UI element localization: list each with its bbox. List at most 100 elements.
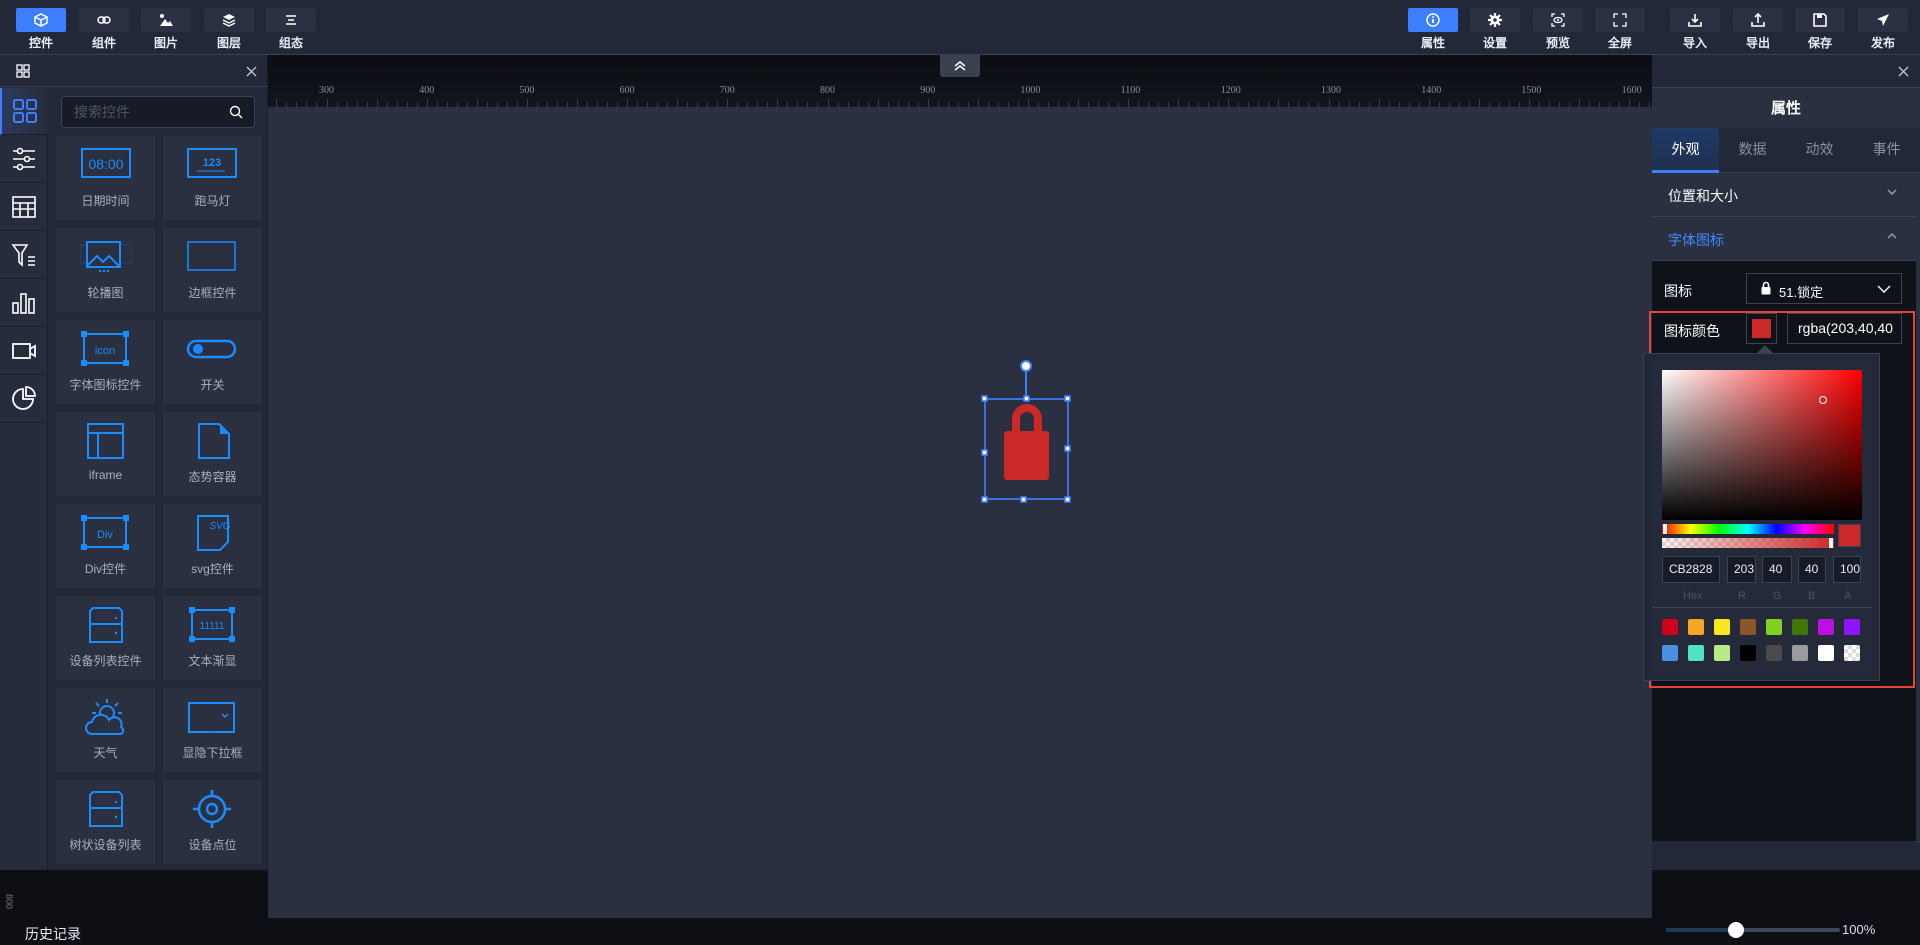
toolbar-button-link[interactable]: 组件 (79, 0, 129, 55)
preset-swatch[interactable] (1688, 619, 1704, 635)
r-input[interactable]: 203 (1727, 556, 1756, 583)
widget-card[interactable]: 123 跑马灯 (163, 136, 262, 220)
toolbar-button-export[interactable]: 导出 (1733, 0, 1783, 55)
widget-card[interactable]: 边框控件 (163, 228, 262, 312)
toolbar-button-layers[interactable]: 图层 (204, 0, 254, 55)
widget-card[interactable]: 轮播图 (56, 228, 155, 312)
widget-card[interactable]: SVG svg控件 (163, 504, 262, 588)
widget-card[interactable]: 08:00 日期时间 (56, 136, 155, 220)
preset-swatch[interactable] (1740, 619, 1756, 635)
widget-card[interactable]: icon 字体图标控件 (56, 320, 155, 404)
alpha-slider[interactable] (1662, 538, 1834, 548)
bar-chart-icon (11, 290, 37, 316)
toolbar-button-info[interactable]: 属性 (1408, 0, 1458, 55)
toolbar-button-publish[interactable]: 发布 (1858, 0, 1908, 55)
widget-card[interactable]: 设备点位 (163, 780, 262, 864)
widget-card[interactable]: 天气 (56, 688, 155, 772)
dropdown-icon (186, 698, 238, 736)
zoom-slider-handle[interactable] (1727, 922, 1744, 938)
category-pie-chart[interactable] (0, 376, 48, 423)
collapse-toolbar-button[interactable] (940, 55, 980, 77)
toolbar-button-label: 导出 (1745, 36, 1770, 50)
widget-card[interactable]: Div Div控件 (56, 504, 155, 588)
icon-select[interactable]: 51.锁定 (1746, 273, 1902, 304)
section-position-size[interactable]: 位置和大小 (1652, 173, 1916, 217)
tab-1[interactable]: 数据 (1719, 128, 1786, 173)
zoom-slider[interactable] (1666, 922, 1840, 938)
g-input[interactable]: 40 (1762, 556, 1792, 583)
hex-input[interactable]: CB2828 (1662, 556, 1720, 583)
widget-card[interactable]: 开关 (163, 320, 262, 404)
scrollbar[interactable] (1916, 173, 1920, 843)
design-canvas[interactable] (268, 107, 1652, 918)
close-icon[interactable] (1898, 66, 1909, 77)
toolbar-button-align[interactable]: 组态 (266, 0, 316, 55)
preset-swatch[interactable] (1714, 645, 1730, 661)
toolbar-button-import[interactable]: 导入 (1670, 0, 1720, 55)
category-bar-chart[interactable] (0, 280, 48, 327)
widget-card[interactable]: 显隐下拉框 (163, 688, 262, 772)
preset-swatch[interactable] (1766, 619, 1782, 635)
server-icon (80, 790, 132, 828)
carousel-icon (79, 238, 133, 276)
ruler-tick (1178, 99, 1180, 107)
preset-swatch[interactable] (1766, 645, 1782, 661)
tab-2[interactable]: 动效 (1786, 128, 1853, 173)
preset-swatch[interactable] (1792, 645, 1808, 661)
toolbar-button-cube[interactable]: 控件 (16, 0, 66, 55)
server-icon (80, 606, 132, 644)
preset-swatch[interactable] (1662, 619, 1678, 635)
a-input[interactable]: 100 (1833, 556, 1861, 583)
preset-swatch[interactable] (1714, 619, 1730, 635)
ruler-label: 1100 (1120, 85, 1141, 96)
hue-slider[interactable] (1662, 524, 1834, 534)
b-label: B (1808, 590, 1816, 602)
saturation-pointer[interactable] (1819, 396, 1827, 404)
widget-card[interactable]: iframe (56, 412, 155, 496)
preset-swatch[interactable] (1662, 645, 1678, 661)
toolbar-button-save[interactable]: 保存 (1795, 0, 1845, 55)
category-widgets[interactable] (0, 88, 48, 135)
preset-swatch[interactable] (1818, 645, 1834, 661)
section-font-icon[interactable]: 字体图标 (1652, 217, 1916, 261)
widget-label: 树状设备列表 (69, 838, 142, 852)
category-video[interactable] (0, 328, 48, 375)
toolbar-button-image[interactable]: 图片 (141, 0, 191, 55)
search-input[interactable] (61, 96, 255, 128)
preset-swatch[interactable] (1792, 619, 1808, 635)
toolbar-button-fullscreen[interactable]: 全屏 (1595, 0, 1645, 55)
ruler-tick (426, 99, 428, 107)
close-icon[interactable] (246, 66, 257, 77)
lock-icon (1004, 404, 1049, 480)
preset-swatch[interactable] (1740, 645, 1756, 661)
preset-swatch[interactable] (1844, 619, 1860, 635)
category-filter[interactable] (0, 232, 48, 279)
ruler-tick (727, 99, 729, 107)
widget-card[interactable]: 设备列表控件 (56, 596, 155, 680)
selected-element[interactable] (968, 357, 1088, 507)
toolbar-button-preview[interactable]: 预览 (1533, 0, 1583, 55)
svg-text:icon: icon (95, 345, 115, 357)
search-icon[interactable] (229, 105, 243, 119)
ruler-tick (1128, 99, 1130, 107)
table-icon (11, 194, 37, 220)
b-input[interactable]: 40 (1798, 556, 1826, 583)
tab-0[interactable]: 外观 (1652, 128, 1719, 173)
preset-swatch[interactable] (1688, 645, 1704, 661)
widget-card[interactable]: 树状设备列表 (56, 780, 155, 864)
fullscreen-icon (1613, 13, 1627, 27)
saturation-area[interactable] (1662, 370, 1862, 520)
ruler-tick (276, 99, 278, 107)
widget-label: 文本渐显 (188, 654, 237, 668)
tab-3[interactable]: 事件 (1853, 128, 1920, 173)
widget-card[interactable]: 11111 文本渐显 (163, 596, 262, 680)
category-sliders[interactable] (0, 136, 48, 183)
toolbar-button-gear[interactable]: 设置 (1470, 0, 1520, 55)
divider (1652, 607, 1872, 608)
preset-swatch[interactable] (1818, 619, 1834, 635)
widget-card[interactable]: 态势容器 (163, 412, 262, 496)
history-button[interactable]: 历史记录 (25, 924, 81, 944)
preset-swatch[interactable] (1844, 645, 1860, 661)
category-table[interactable] (0, 184, 48, 231)
lock-icon (1761, 281, 1771, 295)
